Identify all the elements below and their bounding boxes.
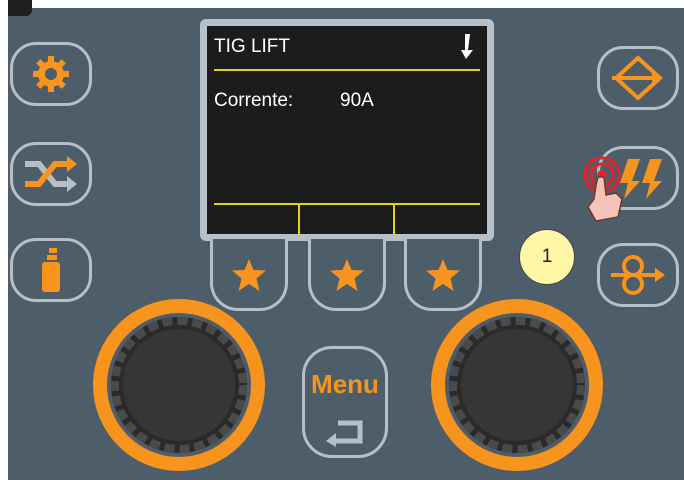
torch-button[interactable] bbox=[10, 238, 92, 302]
torch-icon bbox=[42, 248, 60, 292]
back-arrow-icon bbox=[326, 420, 363, 447]
mode-button[interactable] bbox=[597, 46, 679, 110]
process-title: TIG LIFT bbox=[214, 36, 290, 57]
diamond-arrow-icon bbox=[612, 55, 663, 101]
process-switch-button[interactable] bbox=[10, 142, 92, 206]
down-arrow-icon bbox=[461, 34, 473, 59]
star-icon bbox=[232, 258, 266, 291]
current-value: 90A bbox=[340, 90, 374, 111]
star-icon bbox=[330, 258, 364, 291]
lcd-display: TIG LIFT Corrente: 90A bbox=[207, 26, 487, 235]
softkey-separator bbox=[393, 205, 395, 235]
current-label: Corrente: bbox=[214, 90, 294, 111]
settings-button[interactable] bbox=[10, 42, 92, 106]
panel-corner bbox=[8, 0, 32, 16]
left-encoder-knob[interactable] bbox=[90, 296, 268, 474]
softkey-divider bbox=[214, 203, 480, 205]
softkey-separator bbox=[298, 205, 300, 235]
wire-feed-button[interactable] bbox=[597, 243, 679, 307]
shuffle-icon bbox=[25, 156, 77, 192]
favorite-button-2[interactable] bbox=[308, 239, 386, 311]
menu-back-button[interactable]: Menu bbox=[302, 346, 388, 458]
tap-hand-icon bbox=[583, 156, 623, 222]
menu-label: Menu bbox=[311, 369, 379, 399]
star-icon bbox=[426, 258, 460, 291]
gear-icon bbox=[33, 56, 69, 92]
step-badge: 1 bbox=[519, 229, 575, 285]
wire-feed-icon bbox=[611, 255, 665, 295]
right-encoder-knob[interactable] bbox=[428, 296, 606, 474]
display-bezel: TIG LIFT Corrente: 90A bbox=[200, 19, 494, 241]
header-divider bbox=[214, 69, 480, 71]
